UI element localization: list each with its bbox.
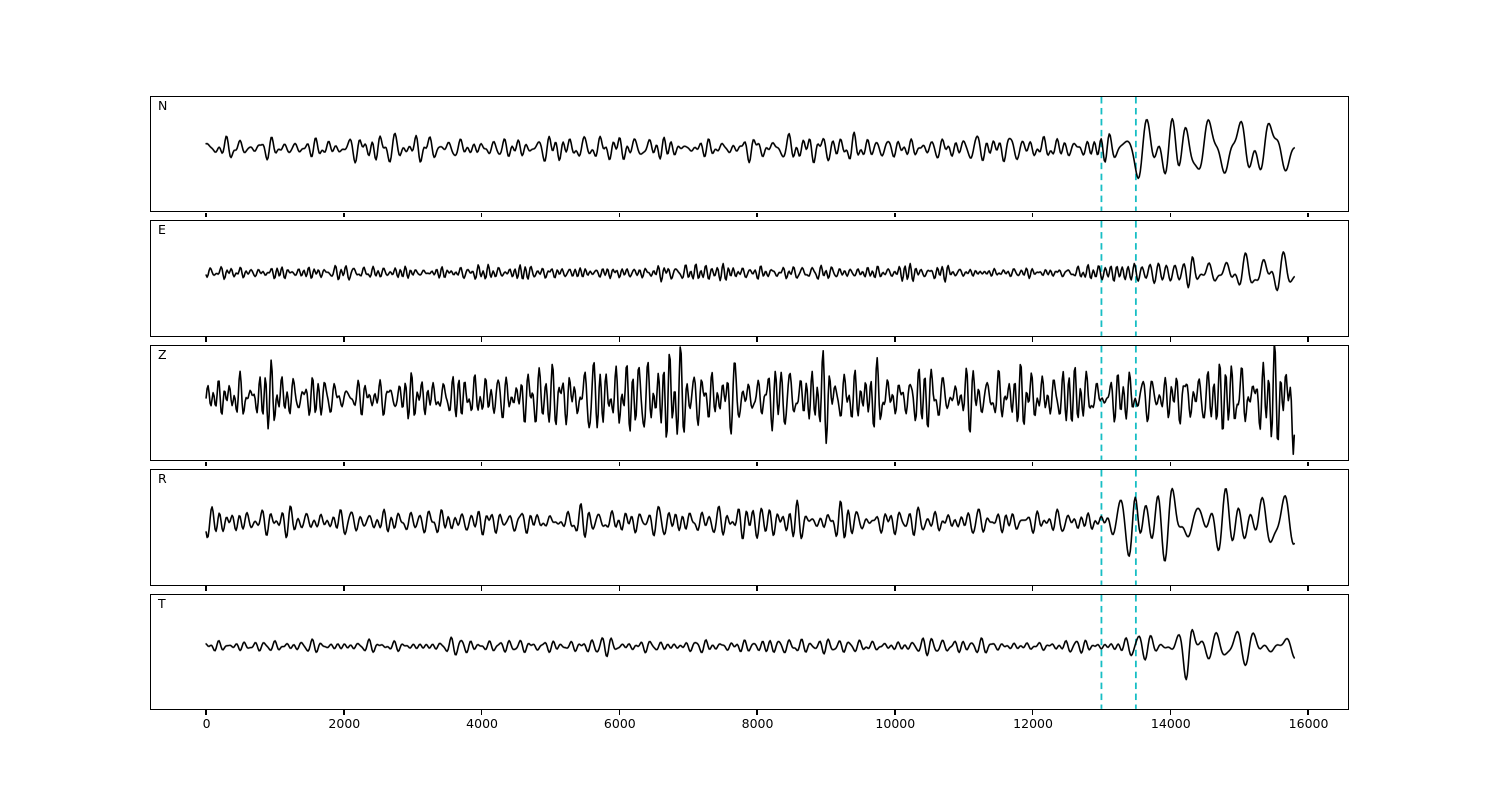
x-axis-tick-mark (619, 213, 620, 218)
x-axis-tick-mark (1170, 213, 1171, 218)
x-axis-tick-mark (1307, 462, 1308, 467)
x-axis-tick-mark (1032, 337, 1033, 342)
x-axis-tick-mark (756, 462, 757, 467)
x-axis-tick-mark (619, 710, 620, 715)
x-axis-tick-mark (619, 462, 620, 467)
x-axis-tick-mark (619, 337, 620, 342)
waveform-panel-n: N (150, 96, 1349, 212)
waveform-panel-z: Z (150, 345, 1349, 461)
x-axis-tick-mark (894, 586, 895, 591)
x-axis-tick-mark (756, 710, 757, 715)
x-axis-tick-mark (343, 462, 344, 467)
x-axis-tick-mark (1032, 462, 1033, 467)
waveform-trace (151, 470, 1348, 584)
waveform-trace (151, 346, 1348, 460)
x-axis-tick-mark (619, 586, 620, 591)
waveform-panel-e: E (150, 220, 1349, 336)
x-axis-tick-mark (756, 337, 757, 342)
panel-label: Z (158, 349, 167, 362)
x-axis-tick-mark (1170, 710, 1171, 715)
waveform-panel-r: R (150, 469, 1349, 585)
x-axis-tick-mark (481, 337, 482, 342)
x-axis-tick-label: 2000 (328, 716, 360, 731)
x-axis-tick-label: 8000 (742, 716, 774, 731)
waveform-panel-t: T (150, 594, 1349, 710)
x-axis-tick-mark (205, 213, 206, 218)
x-axis-tick-label: 14000 (1151, 716, 1191, 731)
x-axis-tick-mark (1307, 213, 1308, 218)
x-axis-tick-label: 12000 (1013, 716, 1053, 731)
x-axis: 0 2000 4000 6000 8000 10000 12000 14000 16000 (0, 716, 1500, 736)
x-axis-tick-label: 4000 (466, 716, 498, 731)
x-axis-tick-mark (205, 710, 206, 715)
x-axis-tick-mark (1170, 337, 1171, 342)
waveform-trace (151, 97, 1348, 211)
x-axis-tick-mark (1170, 586, 1171, 591)
x-axis-tick-mark (481, 462, 482, 467)
x-axis-tick-mark (481, 213, 482, 218)
x-axis-tick-mark (205, 586, 206, 591)
x-axis-tick-label: 6000 (604, 716, 636, 731)
x-axis-tick-mark (1032, 213, 1033, 218)
panel-label: T (158, 598, 166, 611)
x-axis-tick-label: 0 (203, 716, 211, 731)
waveform-trace (151, 221, 1348, 335)
x-axis-tick-mark (1032, 586, 1033, 591)
x-axis-tick-mark (1032, 710, 1033, 715)
waveform-trace (151, 595, 1348, 709)
x-axis-tick-mark (205, 337, 206, 342)
x-axis-tick-mark (894, 462, 895, 467)
x-axis-tick-mark (343, 586, 344, 591)
x-axis-tick-mark (481, 586, 482, 591)
x-axis-tick-mark (343, 710, 344, 715)
x-axis-tick-mark (756, 586, 757, 591)
x-axis-tick-mark (343, 213, 344, 218)
x-axis-tick-mark (343, 337, 344, 342)
x-axis-tick-mark (894, 710, 895, 715)
x-axis-tick-mark (894, 213, 895, 218)
x-axis-tick-mark (205, 462, 206, 467)
x-axis-tick-mark (1307, 337, 1308, 342)
panel-label: N (158, 100, 167, 113)
x-axis-tick-label: 10000 (875, 716, 915, 731)
x-axis-tick-label: 16000 (1289, 716, 1329, 731)
x-axis-tick-mark (1170, 462, 1171, 467)
x-axis-tick-mark (1307, 586, 1308, 591)
x-axis-tick-mark (481, 710, 482, 715)
x-axis-tick-mark (756, 213, 757, 218)
panel-label: E (158, 224, 166, 237)
x-axis-tick-mark (894, 337, 895, 342)
x-axis-tick-mark (1307, 710, 1308, 715)
panel-label: R (158, 473, 167, 486)
seismogram-figure: N E Z R T 0 2000 4000 6000 8000 10000 12000 140… (0, 0, 1500, 800)
